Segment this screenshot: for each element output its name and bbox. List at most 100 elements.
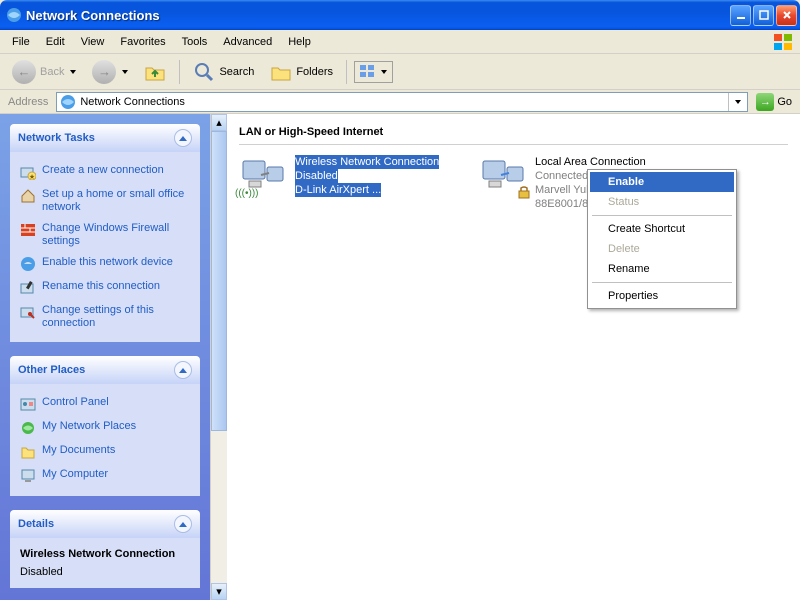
settings-icon (20, 304, 36, 320)
menu-tools[interactable]: Tools (174, 33, 216, 51)
menu-help[interactable]: Help (280, 33, 319, 51)
menu-advanced[interactable]: Advanced (215, 33, 280, 51)
menu-bar: File Edit View Favorites Tools Advanced … (0, 30, 800, 54)
folders-button[interactable]: Folders (264, 58, 339, 86)
task-label: Set up a home or small office network (42, 188, 190, 214)
windows-logo-icon (772, 32, 796, 52)
section-header: LAN or High-Speed Internet (239, 122, 788, 145)
firewall-lock-icon (517, 185, 531, 199)
task-label: Rename this connection (42, 280, 160, 293)
details-name: Wireless Network Connection (20, 548, 190, 560)
task-label: Change settings of this connection (42, 304, 190, 330)
up-button[interactable] (138, 58, 172, 86)
home-network-icon (20, 188, 36, 204)
minimize-button[interactable] (730, 5, 751, 26)
back-arrow-icon: ← (12, 60, 36, 84)
ctx-create-shortcut[interactable]: Create Shortcut (590, 219, 734, 239)
ctx-rename[interactable]: Rename (590, 259, 734, 279)
new-connection-icon: ★ (20, 164, 36, 180)
chevron-up-icon (174, 515, 192, 533)
svg-text:★: ★ (29, 173, 35, 180)
separator (179, 60, 180, 84)
firewall-icon (20, 222, 36, 238)
place-label: My Network Places (42, 420, 136, 433)
place-my-computer[interactable]: My Computer (20, 464, 190, 488)
task-firewall[interactable]: Change Windows Firewall settings (20, 218, 190, 252)
task-label: Change Windows Firewall settings (42, 222, 190, 248)
views-button[interactable] (354, 61, 393, 83)
ctx-status: Status (590, 192, 734, 212)
folders-label: Folders (296, 66, 333, 78)
computer-icon (20, 468, 36, 484)
control-panel-icon (20, 396, 36, 412)
details-header-label: Details (18, 518, 54, 530)
toolbar: ← Back → Search Folders (0, 54, 800, 90)
panel-header-details[interactable]: Details (10, 510, 200, 538)
back-button[interactable]: ← Back (6, 56, 82, 88)
separator (592, 282, 732, 283)
place-my-documents[interactable]: My Documents (20, 440, 190, 464)
task-rename[interactable]: Rename this connection (20, 276, 190, 300)
ctx-properties[interactable]: Properties (590, 286, 734, 306)
dropdown-icon (122, 70, 128, 74)
connection-wireless[interactable]: (((•))) Wireless Network Connection Disa… (239, 155, 449, 211)
views-icon (360, 65, 376, 79)
connection-name: Wireless Network Connection (295, 155, 439, 169)
task-setup-network[interactable]: Set up a home or small office network (20, 184, 190, 218)
scroll-down-icon[interactable]: ▾ (211, 583, 227, 600)
rename-icon (20, 280, 36, 296)
panel-network-tasks: Network Tasks ★ Create a new connection … (10, 124, 200, 342)
dropdown-icon (381, 70, 387, 74)
chevron-up-icon (174, 129, 192, 147)
dropdown-icon (70, 70, 76, 74)
search-button[interactable]: Search (187, 57, 260, 87)
menu-view[interactable]: View (73, 33, 113, 51)
chevron-up-icon (174, 361, 192, 379)
panel-header-places[interactable]: Other Places (10, 356, 200, 384)
sidebar: Network Tasks ★ Create a new connection … (0, 114, 210, 600)
panel-details: Details Wireless Network Connection Disa… (10, 510, 200, 588)
search-icon (193, 61, 215, 83)
lan-icon (479, 155, 527, 197)
go-arrow-icon: → (756, 93, 774, 111)
panel-other-places: Other Places Control Panel My Network Pl… (10, 356, 200, 496)
network-connections-icon (6, 7, 22, 23)
wifi-signal-icon: (((•))) (235, 188, 258, 199)
task-label: Create a new connection (42, 164, 164, 177)
address-label: Address (4, 96, 52, 108)
place-control-panel[interactable]: Control Panel (20, 392, 190, 416)
close-button[interactable] (776, 5, 797, 26)
panel-header-tasks[interactable]: Network Tasks (10, 124, 200, 152)
ctx-delete: Delete (590, 239, 734, 259)
content-area: LAN or High-Speed Internet (((•))) Wirel… (227, 114, 800, 600)
menu-edit[interactable]: Edit (38, 33, 73, 51)
search-label: Search (219, 66, 254, 78)
places-header-label: Other Places (18, 364, 85, 376)
task-label: Enable this network device (42, 256, 173, 269)
menu-file[interactable]: File (4, 33, 38, 51)
forward-button[interactable]: → (86, 56, 134, 88)
go-button[interactable]: → Go (752, 93, 796, 111)
place-label: Control Panel (42, 396, 109, 409)
task-change-settings[interactable]: Change settings of this connection (20, 300, 190, 334)
folder-up-icon (144, 62, 166, 82)
back-label: Back (40, 66, 64, 78)
sidebar-scrollbar[interactable]: ▴ ▾ (210, 114, 227, 600)
context-menu: Enable Status Create Shortcut Delete Ren… (587, 169, 737, 309)
separator (346, 60, 347, 84)
task-enable-device[interactable]: Enable this network device (20, 252, 190, 276)
go-label: Go (777, 96, 792, 108)
menu-favorites[interactable]: Favorites (112, 33, 173, 51)
network-places-icon (20, 420, 36, 436)
details-status: Disabled (20, 566, 190, 578)
address-input[interactable]: Network Connections (56, 92, 748, 112)
address-dropdown[interactable] (728, 93, 744, 111)
task-create-connection[interactable]: ★ Create a new connection (20, 160, 190, 184)
place-network-places[interactable]: My Network Places (20, 416, 190, 440)
maximize-button[interactable] (753, 5, 774, 26)
scroll-up-icon[interactable]: ▴ (211, 114, 227, 131)
enable-icon (20, 256, 36, 272)
separator (592, 215, 732, 216)
ctx-enable[interactable]: Enable (590, 172, 734, 192)
scroll-thumb[interactable] (211, 131, 227, 431)
